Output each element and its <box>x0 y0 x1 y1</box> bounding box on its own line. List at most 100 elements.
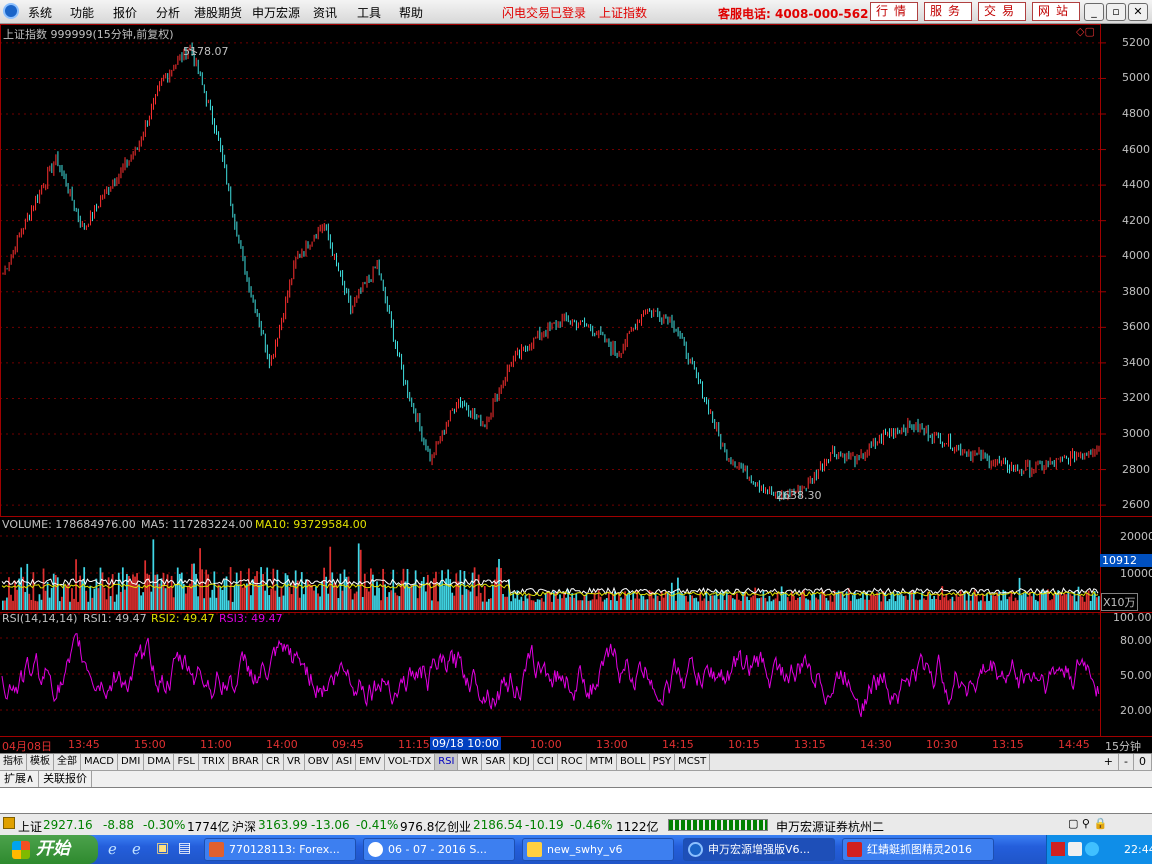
task-capture[interactable]: 红蜻蜓抓图精灵2016 <box>842 838 994 861</box>
indicator-tab-mtm[interactable]: MTM <box>587 754 617 770</box>
volume-bar-506 <box>1030 596 1033 610</box>
ie2-icon[interactable]: ℯ <box>132 840 141 858</box>
website-button[interactable]: 网站 <box>1032 2 1080 21</box>
indicator-tab-模板[interactable]: 模板 <box>27 754 54 770</box>
related-quote-tab[interactable]: 关联报价 <box>39 771 93 787</box>
volume-bar-20 <box>42 568 45 610</box>
indicator-tab-kdj[interactable]: KDJ <box>510 754 534 770</box>
volume-bar-128 <box>262 573 264 610</box>
volume-bar-399 <box>813 594 816 610</box>
volume-bar-152 <box>311 584 313 610</box>
indicator-tab-wr[interactable]: WR <box>458 754 483 770</box>
indicator-tab-brar[interactable]: BRAR <box>229 754 263 770</box>
indicator-tab-cr[interactable]: CR <box>263 754 284 770</box>
indicator-tab-boll[interactable]: BOLL <box>617 754 650 770</box>
menu-function[interactable]: 功能 <box>70 4 94 21</box>
indicator-tab-dmi[interactable]: DMI <box>118 754 145 770</box>
indicator-tab-psy[interactable]: PSY <box>650 754 676 770</box>
show-desktop-icon[interactable]: ▤ <box>178 840 191 856</box>
service-button[interactable]: 服务 <box>924 2 972 21</box>
tray-app-icon[interactable] <box>1051 842 1065 856</box>
indicator-tab-vol-tdx[interactable]: VOL-TDX <box>385 754 436 770</box>
volume-bar-327 <box>666 591 669 610</box>
indicator-tab-sar[interactable]: SAR <box>482 754 510 770</box>
status-tray-icons[interactable]: ▢ ⚲ 🔒 <box>1068 817 1107 830</box>
indicator-tab-macd[interactable]: MACD <box>81 754 118 770</box>
ie-icon[interactable]: ℯ <box>108 840 117 858</box>
volume-bar-387 <box>788 601 791 610</box>
quote-button[interactable]: 行情 <box>870 2 918 21</box>
indicator-tab-全部[interactable]: 全部 <box>54 754 81 770</box>
indicator-tab-cci[interactable]: CCI <box>534 754 558 770</box>
volume-bar-313 <box>638 598 641 610</box>
task-swhy[interactable]: 申万宏源增强版V6... <box>683 838 835 861</box>
indicator-tab-dma[interactable]: DMA <box>144 754 175 770</box>
chart-svg[interactable] <box>0 24 1152 737</box>
indicator-tab-emv[interactable]: EMV <box>356 754 385 770</box>
price-tick-4200: 4200 <box>1122 213 1150 227</box>
menu-analysis[interactable]: 分析 <box>156 4 180 21</box>
indicator-tab-fsl[interactable]: FSL <box>174 754 199 770</box>
menu-tools[interactable]: 工具 <box>357 4 381 21</box>
volume-bar-496 <box>1010 590 1013 610</box>
volume-bar-158 <box>323 567 325 610</box>
zoom-in-button[interactable]: + <box>1099 754 1120 770</box>
folder-quick-icon[interactable]: ▣ <box>156 840 169 856</box>
tray-security-icon[interactable] <box>1085 842 1099 856</box>
menu-hk-futures[interactable]: 港股期货 <box>194 4 242 21</box>
menu-swhy[interactable]: 申万宏源 <box>252 4 300 21</box>
restore-icon[interactable]: ▫ <box>1106 3 1126 21</box>
trade-button[interactable]: 交易 <box>978 2 1026 21</box>
minimize-icon[interactable]: _ <box>1084 3 1104 21</box>
volume-bar-499 <box>1016 600 1019 610</box>
panel-options-icon[interactable]: ◇▢ <box>1076 25 1095 38</box>
menu-bar: 系统 功能 报价 分析 港股期货 申万宏源 资讯 工具 帮助 闪电交易已登录 上… <box>0 0 1152 24</box>
task-forex[interactable]: 770128113: Forex... <box>204 838 356 861</box>
menu-help[interactable]: 帮助 <box>399 4 423 21</box>
time-label-8: 10:00 <box>530 738 562 751</box>
chart-area[interactable]: 上证指数 999999(15分钟,前复权) ◇▢ 5178.07 2638.30… <box>0 24 1152 737</box>
zoom-reset-button[interactable]: 0 <box>1134 754 1152 770</box>
menu-news[interactable]: 资讯 <box>313 4 337 21</box>
volume-bar-63 <box>130 580 132 610</box>
task-browser[interactable]: 06 - 07 - 2016 S... <box>363 838 515 861</box>
volume-bar-254 <box>518 599 521 610</box>
indicator-tab-roc[interactable]: ROC <box>558 754 587 770</box>
menu-system[interactable]: 系统 <box>28 4 52 21</box>
rsi-tick-80: 80.00 <box>1120 634 1152 647</box>
volume-bar-446 <box>908 591 911 610</box>
volume-bar-25 <box>52 573 55 610</box>
volume-bar-212 <box>433 578 435 610</box>
indicator-tab-rsi[interactable]: RSI <box>435 754 459 770</box>
volume-bar-255 <box>520 596 523 610</box>
indicator-tab-vr[interactable]: VR <box>284 754 305 770</box>
volume-bar-230 <box>469 591 472 610</box>
volume-bar-362 <box>738 599 740 610</box>
volume-bar-238 <box>485 601 488 610</box>
price-tick-4600: 4600 <box>1122 142 1150 156</box>
indicator-tab-指标[interactable]: 指标 <box>0 754 27 770</box>
zoom-out-button[interactable]: - <box>1119 754 1134 770</box>
indicator-tab-obv[interactable]: OBV <box>305 754 333 770</box>
volume-bar-66 <box>136 573 138 610</box>
task-folder[interactable]: new_swhy_v6 <box>522 838 674 861</box>
indicator-tab-trix[interactable]: TRIX <box>199 754 229 770</box>
indicator-tab-mcst[interactable]: MCST <box>675 754 711 770</box>
volume-bar-349 <box>711 595 714 610</box>
period-label[interactable]: 15分钟 <box>1105 738 1141 754</box>
volume-bar-79 <box>162 573 165 610</box>
volume-bar-368 <box>750 597 752 610</box>
volume-bar-509 <box>1036 601 1039 610</box>
expand-tab[interactable]: 扩展∧ <box>0 771 40 787</box>
tray-clock[interactable]: 22:44 <box>1124 843 1152 856</box>
volume-bar-231 <box>471 572 474 610</box>
close-icon[interactable]: ✕ <box>1128 3 1148 21</box>
volume-bar-50 <box>103 587 106 610</box>
volume-bar-392 <box>799 596 801 610</box>
tray-network-icon[interactable] <box>1068 842 1082 856</box>
volume-bar-376 <box>766 601 769 610</box>
volume-bar-114 <box>233 585 236 610</box>
indicator-tab-asi[interactable]: ASI <box>333 754 357 770</box>
volume-bar-369 <box>752 595 755 610</box>
menu-quote[interactable]: 报价 <box>113 4 137 21</box>
